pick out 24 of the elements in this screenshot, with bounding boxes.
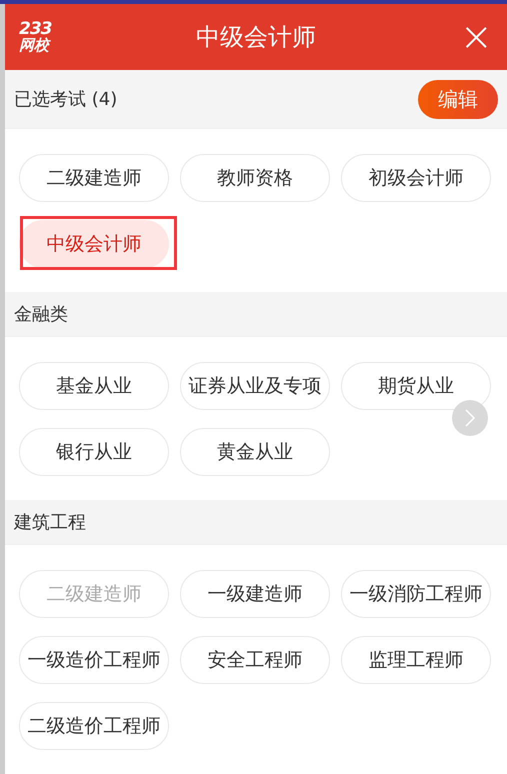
exam-chip[interactable]: 安全工程师 xyxy=(180,636,330,684)
exam-chip[interactable]: 二级造价工程师 xyxy=(19,702,169,750)
exam-chip[interactable]: 黄金从业 xyxy=(180,428,330,476)
exam-chip[interactable]: 证券从业及专项 xyxy=(180,362,330,410)
edit-button[interactable]: 编辑 xyxy=(418,80,498,118)
exam-chip[interactable]: 一级消防工程师 xyxy=(341,570,491,618)
section-title: 金融类 xyxy=(14,303,68,326)
exam-chip[interactable]: 教师资格 xyxy=(180,154,330,202)
section-title: 建筑工程 xyxy=(14,511,86,534)
close-button[interactable]: × xyxy=(459,17,493,57)
page-title: 中级会计师 xyxy=(196,22,316,53)
chevron-right-icon xyxy=(463,408,477,428)
section-title: 已选考试 (4) xyxy=(14,88,118,111)
exam-chip[interactable]: 二级建造师 xyxy=(19,154,169,202)
exam-chip[interactable]: 一级建造师 xyxy=(180,570,330,618)
logo: 233 网校 xyxy=(19,21,52,53)
exam-chip[interactable]: 初级会计师 xyxy=(341,154,491,202)
exam-chip[interactable]: 期货从业 xyxy=(341,362,491,410)
exam-chip[interactable]: 中级会计师 xyxy=(19,220,169,268)
exam-chip[interactable]: 一级造价工程师 xyxy=(19,636,169,684)
exam-chip[interactable]: 基金从业 xyxy=(19,362,169,410)
exam-chip[interactable]: 监理工程师 xyxy=(341,636,491,684)
exam-chip[interactable]: 银行从业 xyxy=(19,428,169,476)
next-button[interactable] xyxy=(452,400,488,436)
